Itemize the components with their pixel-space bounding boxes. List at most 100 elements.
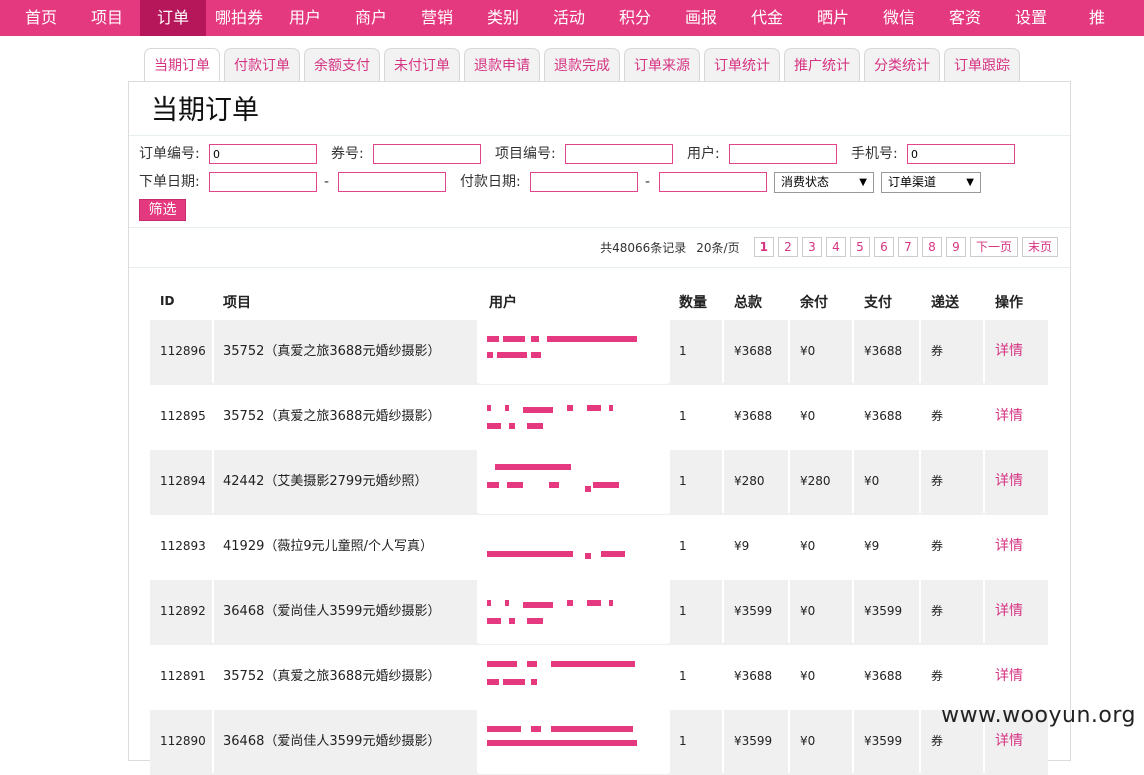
nav-orders[interactable]: 订单 (140, 0, 206, 36)
next-page[interactable]: 下一页 (969, 237, 1018, 257)
nav-posters[interactable]: 画报 (668, 0, 734, 36)
date-dash: - (324, 174, 330, 190)
cell-action-link[interactable]: 详情 (995, 515, 1023, 578)
mosaic-block (531, 679, 537, 685)
order-no-label: 订单编号: (139, 146, 200, 162)
project-no-label: 项目编号: (495, 146, 556, 162)
tab-order-source[interactable]: 订单来源 (624, 48, 700, 82)
nav-points[interactable]: 积分 (602, 0, 668, 36)
column-divider (919, 710, 921, 773)
cell-user-redacted (479, 515, 668, 579)
user-label: 用户: (687, 146, 720, 162)
coupon-input[interactable] (373, 144, 481, 164)
cell-project: 35752（真爱之旅3688元婚纱摄影） (223, 344, 441, 359)
cell-qty: 1 (679, 669, 687, 683)
column-divider (852, 450, 854, 513)
tab-order-stats[interactable]: 订单统计 (704, 48, 780, 82)
filter-button[interactable]: 筛选 (139, 199, 186, 221)
cell-user-redacted (479, 320, 668, 384)
cell-total: ¥9 (734, 539, 750, 553)
status-select[interactable]: 消费状态 ▼ (774, 172, 874, 193)
mosaic-block (487, 726, 521, 732)
tab-refund-completed[interactable]: 退款完成 (544, 48, 620, 82)
cell-delivery: 券 (931, 539, 944, 553)
cell-action-link[interactable]: 详情 (995, 385, 1023, 448)
cell-delivery: 券 (931, 669, 944, 683)
column-divider (788, 320, 790, 383)
nav-activities[interactable]: 活动 (536, 0, 602, 36)
cell-action-link[interactable]: 详情 (995, 450, 1023, 513)
page-8[interactable]: 8 (921, 237, 942, 257)
tab-paid-orders[interactable]: 付款订单 (224, 48, 300, 82)
project-no-input[interactable] (565, 144, 673, 164)
cell-delivery: 券 (931, 409, 944, 423)
page-2[interactable]: 2 (777, 237, 798, 257)
mosaic-block (503, 679, 525, 685)
mosaic-block (497, 352, 527, 358)
order-no-input[interactable] (209, 144, 317, 164)
cell-project: 36468（爱尚佳人3599元婚纱摄影） (223, 604, 441, 619)
cell-action-link[interactable]: 详情 (995, 320, 1023, 383)
status-select-value: 消费状态 (781, 175, 830, 189)
tab-current-orders[interactable]: 当期订单 (144, 48, 220, 83)
page-4[interactable]: 4 (825, 237, 846, 257)
cell-total: ¥3599 (734, 604, 773, 618)
cell-project: 41929（薇拉9元儿童照/个人写真） (223, 539, 434, 554)
order-date-end[interactable] (338, 172, 446, 192)
cell-action-link[interactable]: 详情 (995, 645, 1023, 708)
nav-wechat[interactable]: 微信 (866, 0, 932, 36)
nav-promo[interactable]: 推 (1064, 0, 1130, 36)
tab-unpaid-orders[interactable]: 未付订单 (384, 48, 460, 82)
cell-qty: 1 (679, 734, 687, 748)
channel-select[interactable]: 订单渠道 ▼ (881, 172, 981, 193)
page-title: 当期订单 (151, 95, 259, 126)
cell-delivery: 券 (931, 604, 944, 618)
nav-settings[interactable]: 设置 (998, 0, 1064, 36)
page-9[interactable]: 9 (945, 237, 966, 257)
nav-vouchers[interactable]: 代金 (734, 0, 800, 36)
cell-paid: ¥3688 (864, 669, 903, 683)
nav-coupons[interactable]: 哪拍券 (206, 0, 272, 36)
nav-customers[interactable]: 客资 (932, 0, 998, 36)
user-input[interactable] (729, 144, 837, 164)
page-1[interactable]: 1 (753, 237, 774, 257)
mosaic-block (587, 600, 601, 606)
cell-id: 112890 (160, 734, 206, 748)
tab-balance-payment[interactable]: 余额支付 (304, 48, 380, 82)
page-7[interactable]: 7 (897, 237, 918, 257)
tab-category-stats[interactable]: 分类统计 (864, 48, 940, 82)
tab-promo-stats[interactable]: 推广统计 (784, 48, 860, 82)
nav-projects[interactable]: 项目 (74, 0, 140, 36)
nav-users[interactable]: 用户 (272, 0, 338, 36)
column-divider (852, 710, 854, 773)
nav-merchants[interactable]: 商户 (338, 0, 404, 36)
nav-categories[interactable]: 类别 (470, 0, 536, 36)
page-3[interactable]: 3 (801, 237, 822, 257)
tab-order-tracking[interactable]: 订单跟踪 (944, 48, 1020, 82)
cell-action-link[interactable]: 详情 (995, 580, 1023, 643)
nav-photo-share[interactable]: 晒片 (800, 0, 866, 36)
cell-user-redacted (479, 450, 668, 514)
page-5[interactable]: 5 (849, 237, 870, 257)
column-divider (722, 320, 724, 383)
page-6[interactable]: 6 (873, 237, 894, 257)
mosaic-block (487, 679, 499, 685)
nav-home[interactable]: 首页 (0, 0, 74, 36)
pay-date-end[interactable] (659, 172, 767, 192)
cell-balance: ¥0 (800, 604, 816, 618)
order-date-start[interactable] (209, 172, 317, 192)
channel-select-value: 订单渠道 (888, 175, 937, 189)
tab-refund-requests[interactable]: 退款申请 (464, 48, 540, 82)
mosaic-block (585, 553, 591, 559)
col-paid: 支付 (864, 295, 892, 311)
cell-id: 112892 (160, 604, 206, 618)
phone-input[interactable] (907, 144, 1015, 164)
col-balance: 余付 (800, 295, 828, 311)
pay-date-start[interactable] (530, 172, 638, 192)
nav-marketing[interactable]: 营销 (404, 0, 470, 36)
col-total: 总款 (734, 295, 762, 311)
last-page[interactable]: 末页 (1021, 237, 1058, 257)
cell-balance: ¥0 (800, 669, 816, 683)
mosaic-block (585, 486, 591, 492)
mosaic-block (487, 352, 493, 358)
